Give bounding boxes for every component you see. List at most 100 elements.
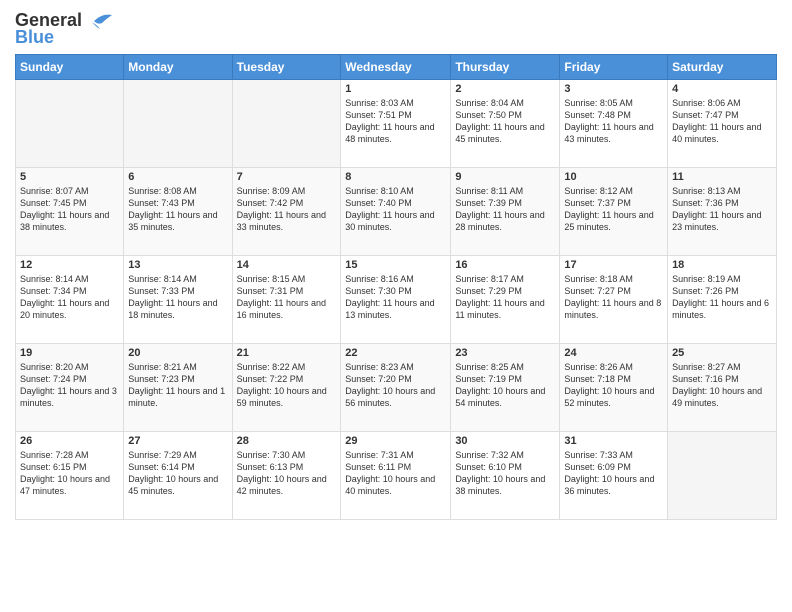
calendar-dow-saturday: Saturday — [668, 55, 777, 80]
calendar-cell: 16 Sunrise: 8:17 AMSunset: 7:29 PMDayligh… — [451, 256, 560, 344]
day-number: 24 — [564, 347, 663, 359]
calendar-cell: 18 Sunrise: 8:19 AMSunset: 7:26 PMDayligh… — [668, 256, 777, 344]
calendar-cell: 17 Sunrise: 8:18 AMSunset: 7:27 PMDayligh… — [560, 256, 668, 344]
calendar-cell: 2 Sunrise: 8:04 AMSunset: 7:50 PMDaylight… — [451, 80, 560, 168]
calendar-cell: 27Sunrise: 7:29 AMSunset: 6:14 PMDayligh… — [124, 432, 232, 520]
day-info: Sunrise: 8:05 AMSunset: 7:48 PMDaylight:… — [564, 97, 663, 146]
calendar-dow-monday: Monday — [124, 55, 232, 80]
day-number: 3 — [564, 83, 663, 95]
calendar-cell: 12Sunrise: 8:14 AMSunset: 7:34 PMDayligh… — [16, 256, 124, 344]
calendar-cell: 19 Sunrise: 8:20 AMSunset: 7:24 PMDayligh… — [16, 344, 124, 432]
calendar-cell: 25Sunrise: 8:27 AMSunset: 7:16 PMDayligh… — [668, 344, 777, 432]
calendar-cell: 29Sunrise: 7:31 AMSunset: 6:11 PMDayligh… — [341, 432, 451, 520]
day-info: Sunrise: 8:14 AMSunset: 7:34 PMDaylight:… — [20, 273, 119, 322]
day-info: Sunrise: 8:13 AMSunset: 7:36 PMDaylight:… — [672, 185, 772, 234]
calendar-cell — [16, 80, 124, 168]
calendar-cell: 11 Sunrise: 8:13 AMSunset: 7:36 PMDayligh… — [668, 168, 777, 256]
calendar-week-row: 1 Sunrise: 8:03 AMSunset: 7:51 PMDaylight… — [16, 80, 777, 168]
calendar-week-row: 26 Sunrise: 7:28 AMSunset: 6:15 PMDayligh… — [16, 432, 777, 520]
day-info: Sunrise: 8:25 AMSunset: 7:19 PMDaylight:… — [455, 361, 555, 410]
day-number: 30 — [455, 435, 555, 447]
calendar-cell: 7Sunrise: 8:09 AMSunset: 7:42 PMDaylight… — [232, 168, 341, 256]
calendar-cell: 22 Sunrise: 8:23 AMSunset: 7:20 PMDayligh… — [341, 344, 451, 432]
calendar-cell: 24 Sunrise: 8:26 AMSunset: 7:18 PMDayligh… — [560, 344, 668, 432]
calendar-cell: 5Sunrise: 8:07 AMSunset: 7:45 PMDaylight… — [16, 168, 124, 256]
day-info: Sunrise: 8:08 AMSunset: 7:43 PMDaylight:… — [128, 185, 227, 234]
day-info: Sunrise: 7:28 AMSunset: 6:15 PMDaylight:… — [20, 449, 119, 498]
day-number: 10 — [564, 171, 663, 183]
day-number: 23 — [455, 347, 555, 359]
calendar-cell: 23 Sunrise: 8:25 AMSunset: 7:19 PMDayligh… — [451, 344, 560, 432]
calendar-cell: 1 Sunrise: 8:03 AMSunset: 7:51 PMDaylight… — [341, 80, 451, 168]
day-info: Sunrise: 8:10 AMSunset: 7:40 PMDaylight:… — [345, 185, 446, 234]
day-number: 31 — [564, 435, 663, 447]
calendar-cell: 9Sunrise: 8:11 AMSunset: 7:39 PMDaylight… — [451, 168, 560, 256]
day-number: 4 — [672, 83, 772, 95]
calendar-dow-thursday: Thursday — [451, 55, 560, 80]
day-info: Sunrise: 8:09 AMSunset: 7:42 PMDaylight:… — [237, 185, 337, 234]
day-info: Sunrise: 8:07 AMSunset: 7:45 PMDaylight:… — [20, 185, 119, 234]
calendar-cell: 31 Sunrise: 7:33 AMSunset: 6:09 PMDayligh… — [560, 432, 668, 520]
day-info: Sunrise: 7:32 AMSunset: 6:10 PMDaylight:… — [455, 449, 555, 498]
calendar-cell: 30 Sunrise: 7:32 AMSunset: 6:10 PMDayligh… — [451, 432, 560, 520]
day-number: 27 — [128, 435, 227, 447]
calendar-cell: 21 Sunrise: 8:22 AMSunset: 7:22 PMDayligh… — [232, 344, 341, 432]
day-info: Sunrise: 7:31 AMSunset: 6:11 PMDaylight:… — [345, 449, 446, 498]
day-info: Sunrise: 8:14 AMSunset: 7:33 PMDaylight:… — [128, 273, 227, 322]
day-number: 22 — [345, 347, 446, 359]
day-number: 28 — [237, 435, 337, 447]
day-info: Sunrise: 8:19 AMSunset: 7:26 PMDaylight:… — [672, 273, 772, 322]
calendar-cell: 10 Sunrise: 8:12 AMSunset: 7:37 PMDayligh… — [560, 168, 668, 256]
day-info: Sunrise: 8:03 AMSunset: 7:51 PMDaylight:… — [345, 97, 446, 146]
day-number: 16 — [455, 259, 555, 271]
day-info: Sunrise: 8:27 AMSunset: 7:16 PMDaylight:… — [672, 361, 772, 410]
calendar-cell — [668, 432, 777, 520]
logo: General Blue — [15, 10, 112, 48]
day-info: Sunrise: 8:16 AMSunset: 7:30 PMDaylight:… — [345, 273, 446, 322]
day-number: 11 — [672, 171, 772, 183]
day-info: Sunrise: 8:12 AMSunset: 7:37 PMDaylight:… — [564, 185, 663, 234]
calendar-dow-sunday: Sunday — [16, 55, 124, 80]
day-number: 1 — [345, 83, 446, 95]
day-number: 18 — [672, 259, 772, 271]
calendar-week-row: 5Sunrise: 8:07 AMSunset: 7:45 PMDaylight… — [16, 168, 777, 256]
day-info: Sunrise: 8:15 AMSunset: 7:31 PMDaylight:… — [237, 273, 337, 322]
calendar-cell: 13Sunrise: 8:14 AMSunset: 7:33 PMDayligh… — [124, 256, 232, 344]
day-number: 2 — [455, 83, 555, 95]
calendar-cell — [124, 80, 232, 168]
day-number: 15 — [345, 259, 446, 271]
calendar-cell: 26 Sunrise: 7:28 AMSunset: 6:15 PMDayligh… — [16, 432, 124, 520]
day-info: Sunrise: 7:30 AMSunset: 6:13 PMDaylight:… — [237, 449, 337, 498]
calendar-table: SundayMondayTuesdayWednesdayThursdayFrid… — [15, 54, 777, 520]
day-number: 14 — [237, 259, 337, 271]
day-info: Sunrise: 8:20 AMSunset: 7:24 PMDaylight:… — [20, 361, 119, 410]
day-number: 17 — [564, 259, 663, 271]
calendar-cell: 8 Sunrise: 8:10 AMSunset: 7:40 PMDaylight… — [341, 168, 451, 256]
day-info: Sunrise: 8:26 AMSunset: 7:18 PMDaylight:… — [564, 361, 663, 410]
page-header: General Blue — [15, 10, 777, 48]
day-info: Sunrise: 7:33 AMSunset: 6:09 PMDaylight:… — [564, 449, 663, 498]
day-number: 19 — [20, 347, 119, 359]
day-info: Sunrise: 8:21 AMSunset: 7:23 PMDaylight:… — [128, 361, 227, 410]
calendar-cell: 14 Sunrise: 8:15 AMSunset: 7:31 PMDayligh… — [232, 256, 341, 344]
calendar-cell — [232, 80, 341, 168]
day-number: 21 — [237, 347, 337, 359]
day-info: Sunrise: 8:06 AMSunset: 7:47 PMDaylight:… — [672, 97, 772, 146]
day-number: 8 — [345, 171, 446, 183]
day-info: Sunrise: 8:23 AMSunset: 7:20 PMDaylight:… — [345, 361, 446, 410]
day-number: 26 — [20, 435, 119, 447]
calendar-header-row: SundayMondayTuesdayWednesdayThursdayFrid… — [16, 55, 777, 80]
calendar-cell: 20Sunrise: 8:21 AMSunset: 7:23 PMDayligh… — [124, 344, 232, 432]
day-info: Sunrise: 8:22 AMSunset: 7:22 PMDaylight:… — [237, 361, 337, 410]
day-info: Sunrise: 8:17 AMSunset: 7:29 PMDaylight:… — [455, 273, 555, 322]
calendar-week-row: 12Sunrise: 8:14 AMSunset: 7:34 PMDayligh… — [16, 256, 777, 344]
day-info: Sunrise: 8:18 AMSunset: 7:27 PMDaylight:… — [564, 273, 663, 322]
day-number: 6 — [128, 171, 227, 183]
day-info: Sunrise: 8:11 AMSunset: 7:39 PMDaylight:… — [455, 185, 555, 234]
calendar-dow-wednesday: Wednesday — [341, 55, 451, 80]
logo-bird-icon — [84, 11, 112, 31]
day-info: Sunrise: 8:04 AMSunset: 7:50 PMDaylight:… — [455, 97, 555, 146]
calendar-cell: 3 Sunrise: 8:05 AMSunset: 7:48 PMDaylight… — [560, 80, 668, 168]
page-container: General Blue SundayMondayTuesdayWednesda… — [0, 0, 792, 530]
logo-blue-text: Blue — [15, 27, 54, 48]
